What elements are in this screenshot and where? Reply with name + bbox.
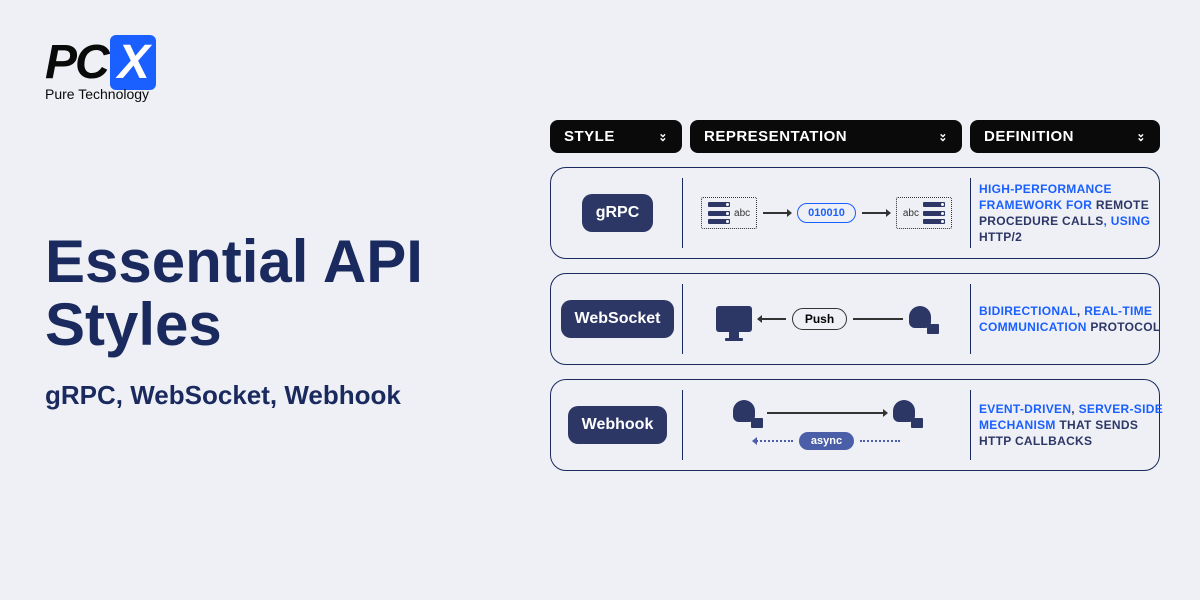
representation-grpc: abc 010010 abc	[691, 178, 971, 248]
definition-webhook: EVENT-DRIVEN, SERVER-SIDE MECHANISM THAT…	[979, 401, 1169, 450]
style-cell: WebSocket	[563, 284, 683, 354]
representation-webhook: async	[691, 390, 971, 460]
chevron-down-icon: ⌄⌄	[658, 133, 668, 141]
header-style: STYLE ⌄⌄	[550, 120, 682, 153]
abc-label: abc	[903, 208, 919, 219]
logo-pc-text: PC	[45, 35, 108, 90]
server-icon: abc	[701, 197, 757, 229]
header-repr-label: REPRESENTATION	[704, 128, 847, 145]
table-header-row: STYLE ⌄⌄ REPRESENTATION ⌄⌄ DEFINITION ⌄⌄	[550, 120, 1160, 153]
header-definition: DEFINITION ⌄⌄	[970, 120, 1160, 153]
logo-tagline: Pure Technology	[45, 86, 156, 102]
header-style-label: STYLE	[564, 128, 615, 145]
title-line2: Styles	[45, 291, 222, 358]
push-pill: Push	[792, 308, 847, 330]
title-block: Essential API Styles gRPC, WebSocket, We…	[45, 230, 423, 411]
arrow-right-icon	[763, 212, 791, 214]
style-badge-websocket: WebSocket	[561, 300, 675, 338]
table-row: Webhook async EVENT-DRIVEN, SERVER-SIDE …	[550, 379, 1160, 471]
dotted-line-icon	[860, 440, 900, 442]
definition-websocket: BIDIRECTIONAL, REAL-TIME COMMUNICATION P…	[979, 303, 1169, 335]
arrow-right-icon	[767, 412, 887, 414]
subtitle: gRPC, WebSocket, Webhook	[45, 380, 423, 411]
database-icon	[733, 400, 761, 426]
table-row: gRPC abc 010010 abc HIGH-PERFORMANCE FRA…	[550, 167, 1160, 259]
arrow-left-icon	[758, 318, 786, 320]
arrow-right-icon	[862, 212, 890, 214]
style-badge-grpc: gRPC	[582, 194, 654, 232]
style-cell: gRPC	[563, 178, 683, 248]
chevron-down-icon: ⌄⌄	[938, 133, 948, 141]
page-title: Essential API Styles	[45, 230, 423, 356]
dotted-arrow-left-icon	[753, 440, 793, 442]
monitor-icon	[716, 306, 752, 332]
server-icon: abc	[896, 197, 952, 229]
logo-x-text: X	[110, 35, 156, 90]
comparison-table: STYLE ⌄⌄ REPRESENTATION ⌄⌄ DEFINITION ⌄⌄…	[550, 120, 1160, 485]
definition-grpc: HIGH-PERFORMANCE FRAMEWORK FOR REMOTE PR…	[979, 181, 1169, 246]
header-def-label: DEFINITION	[984, 128, 1074, 145]
logo: PC X Pure Technology	[45, 35, 156, 102]
line-icon	[853, 318, 903, 320]
async-pill: async	[799, 432, 854, 450]
style-cell: Webhook	[563, 390, 683, 460]
representation-websocket: Push	[691, 284, 971, 354]
header-representation: REPRESENTATION ⌄⌄	[690, 120, 962, 153]
abc-label: abc	[734, 208, 750, 219]
database-icon	[909, 306, 937, 332]
style-badge-webhook: Webhook	[568, 406, 668, 444]
title-line1: Essential API	[45, 228, 423, 295]
chevron-down-icon: ⌄⌄	[1136, 133, 1146, 141]
binary-pill: 010010	[797, 203, 856, 223]
database-icon	[893, 400, 921, 426]
table-row: WebSocket Push BIDIRECTIONAL, REAL-TIME …	[550, 273, 1160, 365]
